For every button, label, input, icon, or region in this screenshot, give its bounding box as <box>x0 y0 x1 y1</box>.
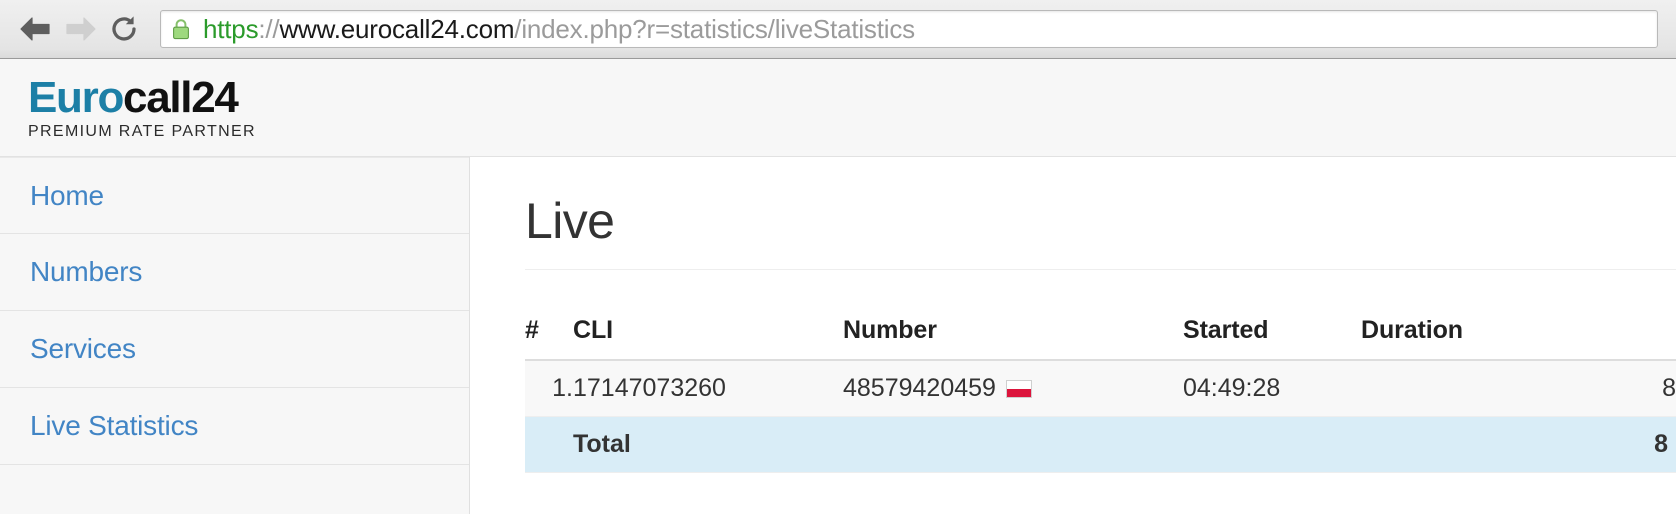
cell-started: 04:49:28 <box>1183 360 1361 417</box>
column-header-number[interactable]: Number <box>843 316 1183 361</box>
table-header-row: # CLI Number Started Duration <box>525 316 1676 361</box>
sidebar-item-label: Services <box>30 333 136 364</box>
cell-number: 48579420459 <box>843 360 1183 417</box>
logo-part-call24: call24 <box>123 73 239 122</box>
title-divider <box>525 269 1676 270</box>
cell-number-value: 48579420459 <box>843 374 996 402</box>
site-header: Eurocall24 PREMIUM RATE PARTNER <box>0 59 1676 157</box>
logo-part-euro: Euro <box>28 73 124 122</box>
address-bar[interactable]: https://www.eurocall24.com/index.php?r=s… <box>160 10 1658 48</box>
lock-icon <box>171 17 191 41</box>
logo-tagline: PREMIUM RATE PARTNER <box>28 123 256 140</box>
table-total-row: Total 8 <box>525 416 1676 473</box>
column-header-started[interactable]: Started <box>1183 316 1361 361</box>
url-path: /index.php?r=statistics/liveStatistics <box>514 14 915 44</box>
column-header-index[interactable]: # <box>525 316 573 361</box>
url-separator: :// <box>258 14 280 44</box>
forward-arrow-icon <box>62 14 98 44</box>
total-empty-number <box>843 416 1183 473</box>
table-body: 1. 17147073260 48579420459 04:49:28 8 To… <box>525 360 1676 473</box>
back-button[interactable] <box>14 7 58 51</box>
total-empty-started <box>1183 416 1361 473</box>
site-logo[interactable]: Eurocall24 PREMIUM RATE PARTNER <box>28 75 256 142</box>
sidebar-nav: Home Numbers Services Live Statistics <box>0 157 470 514</box>
browser-toolbar: https://www.eurocall24.com/index.php?r=s… <box>0 0 1676 59</box>
url-text: https://www.eurocall24.com/index.php?r=s… <box>203 14 915 44</box>
total-label-spacer <box>525 416 573 473</box>
main-content: Live # CLI Number Started Duration 1. 17… <box>470 157 1676 514</box>
total-duration: 8 <box>1361 416 1676 473</box>
sidebar-item-home[interactable]: Home <box>0 157 469 234</box>
table-row[interactable]: 1. 17147073260 48579420459 04:49:28 8 <box>525 360 1676 417</box>
poland-flag-icon <box>1005 380 1032 398</box>
sidebar-item-next-partial[interactable] <box>0 465 469 514</box>
cell-duration: 8 <box>1361 360 1676 417</box>
page-body: Home Numbers Services Live Statistics Li… <box>0 157 1676 514</box>
sidebar-item-services[interactable]: Services <box>0 311 469 388</box>
reload-button[interactable] <box>102 7 146 51</box>
cell-index: 1. <box>525 360 573 417</box>
browser-window: https://www.eurocall24.com/index.php?r=s… <box>0 0 1676 514</box>
live-calls-table: # CLI Number Started Duration 1. 1714707… <box>525 316 1676 473</box>
sidebar-item-label: Home <box>30 179 104 211</box>
logo-wordmark: Eurocall24 <box>28 75 256 121</box>
reload-icon <box>108 13 140 45</box>
forward-button[interactable] <box>58 7 102 51</box>
column-header-cli[interactable]: CLI <box>573 316 843 361</box>
sidebar-item-label: Live Statistics <box>30 410 199 441</box>
url-host: www.eurocall24.com <box>279 14 515 44</box>
page-title: Live <box>525 193 615 249</box>
sidebar-item-live-statistics[interactable]: Live Statistics <box>0 388 469 465</box>
column-header-duration[interactable]: Duration <box>1361 316 1676 361</box>
cell-cli: 17147073260 <box>573 360 843 417</box>
sidebar-item-label: Numbers <box>30 256 143 287</box>
table-header: # CLI Number Started Duration <box>525 316 1676 361</box>
live-calls-table-wrapper: # CLI Number Started Duration 1. 1714707… <box>525 316 1676 473</box>
url-scheme: https <box>203 14 259 44</box>
back-arrow-icon <box>18 14 54 44</box>
sidebar-item-numbers[interactable]: Numbers <box>0 234 469 311</box>
total-label: Total <box>573 416 843 473</box>
